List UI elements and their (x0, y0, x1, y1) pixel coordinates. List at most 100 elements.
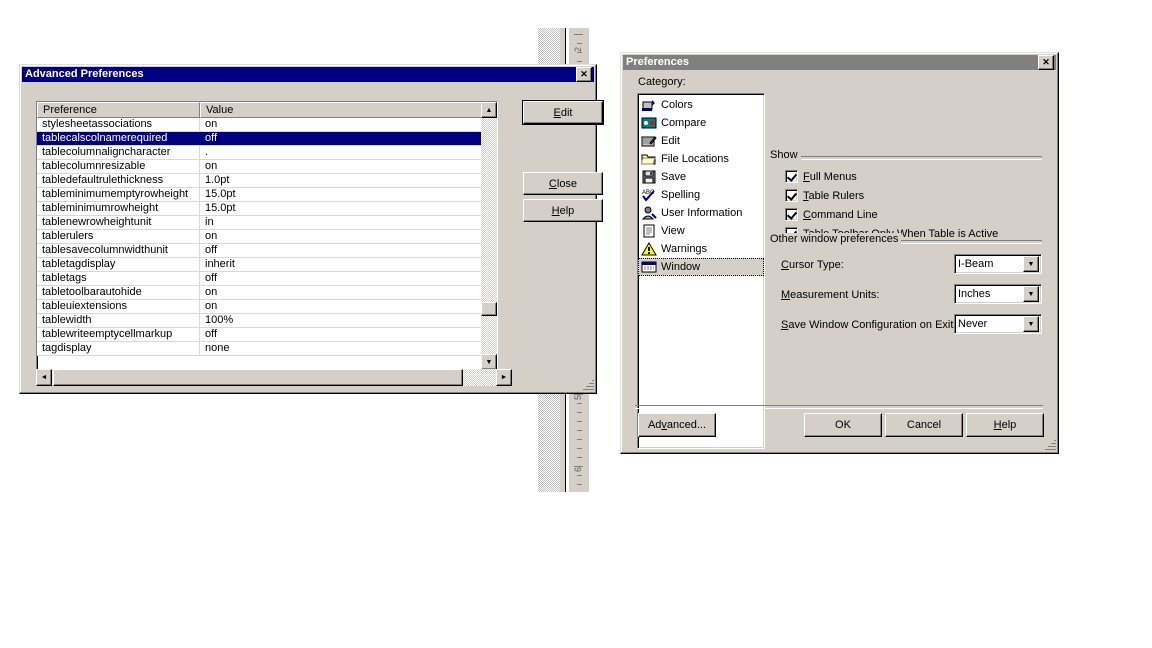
checkbox-row-command-line[interactable]: Command Line (785, 208, 998, 221)
cancel-button[interactable]: Cancel (885, 413, 963, 437)
table-row[interactable]: tagdisplay none (37, 342, 497, 356)
table-row[interactable]: tablecolumnaligncharacter. (37, 146, 497, 160)
chevron-down-icon[interactable]: ▼ (1023, 256, 1039, 272)
help-button[interactable]: Help (523, 199, 603, 222)
category-listbox[interactable]: Colors Compare Edit File Locations Save ABC Sp… (637, 93, 765, 449)
checkbox-row-table-rulers[interactable]: Table Rulers (785, 189, 998, 202)
table-row[interactable]: tablesavecolumnwidthunit off (37, 244, 497, 258)
table-row[interactable]: tablecalscolnamerequired off (37, 132, 497, 146)
table-row[interactable]: tabletags off (37, 272, 497, 286)
vscroll-thumb[interactable] (481, 302, 497, 316)
checkbox-row-full-menus[interactable]: Full Menus (785, 170, 998, 183)
advanced-preferences-titlebar[interactable]: Advanced Preferences ✕ (22, 67, 594, 82)
scroll-left-icon[interactable]: ◄ (36, 369, 52, 386)
category-item-colors[interactable]: Colors (638, 96, 764, 114)
chevron-down-icon[interactable]: ▼ (1023, 286, 1039, 302)
row-preference-value: 15.0pt (205, 202, 236, 214)
ruler-tick (577, 412, 582, 413)
category-item-warnings[interactable]: Warnings (638, 240, 764, 258)
save-window-config-combobox[interactable]: Never ▼ (954, 314, 1042, 334)
category-item-label: View (661, 225, 685, 237)
row-preference-value: 100% (205, 314, 234, 326)
row-preference-value: in (205, 216, 214, 228)
row-preference-value: inherit (205, 258, 235, 270)
ruler-tick (577, 403, 582, 404)
table-row[interactable]: tabletagdisplay inherit (37, 258, 497, 272)
table-row[interactable]: tableminimumrowheight 15.0pt (37, 202, 497, 216)
row-preference-name: tabletagdisplay (37, 258, 200, 271)
row-preference-name: tagdisplay (37, 342, 200, 355)
checkbox-table-rulers[interactable] (785, 189, 798, 202)
chevron-down-icon[interactable]: ▼ (1023, 316, 1039, 332)
save-window-config-label: Save Window Configuration on Exit: (781, 319, 957, 331)
preferences-listview[interactable]: Preference Value stylesheetassociations o… (36, 101, 498, 371)
checkbox-full-menus[interactable] (785, 170, 798, 183)
preferences-dialog[interactable]: Preferences ✕ Category: Colors Compare Edi… (620, 52, 1059, 454)
listview-rows[interactable]: stylesheetassociations on tablecalscolname… (37, 118, 497, 356)
category-item-user-information[interactable]: User Information (638, 204, 764, 222)
category-item-view[interactable]: View (638, 222, 764, 240)
row-preference-name: tabledefaultrulethickness (37, 174, 200, 187)
table-row[interactable]: tablecolumnresizable on (37, 160, 497, 174)
row-preference-name: tabletags (37, 272, 200, 285)
advanced-preferences-title: Advanced Preferences (25, 68, 144, 80)
close-icon[interactable]: ✕ (576, 67, 592, 82)
table-row[interactable]: tablerulers on (37, 230, 497, 244)
scroll-down-icon[interactable]: ▼ (481, 354, 497, 370)
table-row[interactable]: tablewidth 100% (37, 314, 497, 328)
ruler-tick (577, 43, 582, 44)
scroll-right-icon[interactable]: ► (496, 369, 512, 386)
row-preference-name: tabletoolbarautohide (37, 286, 200, 299)
checkbox-command-line[interactable] (785, 208, 798, 221)
category-item-spelling[interactable]: ABC Spelling (638, 186, 764, 204)
advanced-preferences-dialog[interactable]: Advanced Preferences ✕ Preference Value … (19, 64, 604, 394)
resize-grip[interactable] (1044, 439, 1056, 451)
edit-button[interactable]: Edit (522, 100, 604, 125)
vscroll-track[interactable] (481, 118, 497, 354)
table-row[interactable]: stylesheetassociations on (37, 118, 497, 132)
table-row[interactable]: tableminimumemptyrowheight 15.0pt (37, 188, 497, 202)
column-header-preference[interactable]: Preference (37, 102, 200, 118)
cursor-type-combobox[interactable]: I-Beam ▼ (954, 254, 1042, 274)
preferences-titlebar[interactable]: Preferences ✕ (623, 55, 1056, 70)
edit-icon (641, 133, 657, 149)
table-row[interactable]: tableuiextensions on (37, 300, 497, 314)
category-item-label: Warnings (661, 243, 708, 255)
table-row[interactable]: tablenewrowheightunit in (37, 216, 497, 230)
help-button-label: Help (993, 419, 1017, 431)
close-button[interactable]: Close (523, 172, 603, 195)
category-item-window[interactable]: Window (638, 258, 764, 276)
checkbox-label: Command Line (803, 208, 878, 221)
row-preference-value: on (205, 160, 218, 172)
table-row[interactable]: tablewriteemptycellmarkup off (37, 328, 497, 342)
category-item-file-locations[interactable]: File Locations (638, 150, 764, 168)
category-item-edit[interactable]: Edit (638, 132, 764, 150)
category-item-label: Compare (661, 117, 707, 129)
category-item-save[interactable]: Save (638, 168, 764, 186)
close-icon[interactable]: ✕ (1038, 55, 1054, 70)
other-group-title: Other window preferences (770, 233, 902, 245)
row-preference-value: off (205, 132, 218, 144)
row-preference-name: tablenewrowheightunit (37, 216, 200, 229)
advanced-button-label: Advanced... (647, 419, 707, 431)
advanced-button[interactable]: Advanced... (638, 413, 716, 437)
resize-grip[interactable] (582, 379, 594, 391)
category-item-label: Window (661, 261, 701, 273)
row-preference-name: tableuiextensions (37, 300, 200, 313)
hscroll-thumb[interactable] (53, 369, 463, 386)
listview-horizontal-scrollbar[interactable]: ◄ ► (36, 369, 512, 386)
listview-vertical-scrollbar[interactable]: ▲ ▼ (481, 102, 497, 370)
spelling-abc-icon: ABC (641, 187, 657, 203)
scroll-up-icon[interactable]: ▲ (481, 102, 497, 118)
category-item-compare[interactable]: Compare (638, 114, 764, 132)
table-row[interactable]: tabletoolbarautohide on (37, 286, 497, 300)
help-button[interactable]: Help (966, 413, 1044, 437)
ok-button[interactable]: OK (804, 413, 882, 437)
table-row[interactable]: tabledefaultrulethickness 1.0pt (37, 174, 497, 188)
measurement-units-combobox[interactable]: Inches ▼ (954, 284, 1042, 304)
category-item-label: Edit (661, 135, 680, 147)
cursor-type-label: Cursor Type: (781, 259, 844, 271)
ruler-tick (577, 61, 582, 62)
column-header-value[interactable]: Value (200, 102, 497, 118)
ruler-tick (577, 439, 582, 440)
